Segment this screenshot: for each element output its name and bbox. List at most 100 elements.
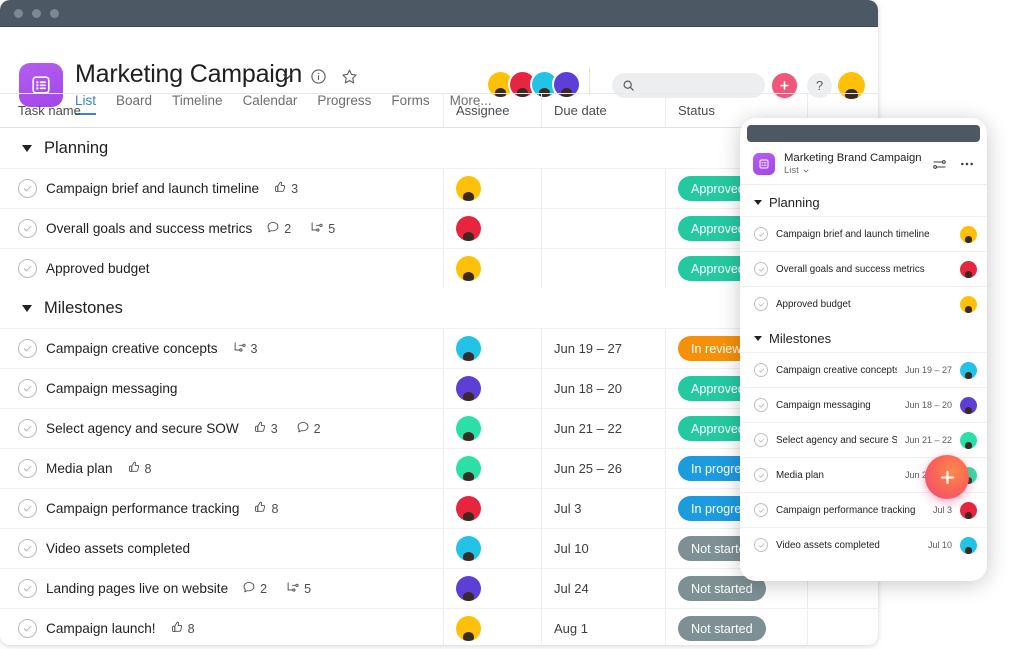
like-count[interactable]: 8: [127, 460, 152, 477]
comment-count[interactable]: 2: [242, 580, 267, 597]
mobile-list-item[interactable]: Video assets completedJul 10: [740, 527, 987, 562]
status-cell[interactable]: Not started: [665, 609, 807, 645]
task-complete-checkbox[interactable]: [754, 398, 768, 412]
comment-count[interactable]: 2: [266, 220, 291, 237]
assignee-cell[interactable]: [443, 609, 541, 645]
avatar[interactable]: [960, 432, 977, 449]
mobile-list-item[interactable]: Campaign creative conceptsJun 19 – 27: [740, 352, 987, 387]
mobile-list-item[interactable]: Approved budget: [740, 286, 987, 321]
avatar[interactable]: [960, 397, 977, 414]
assignee-cell[interactable]: [443, 249, 541, 288]
window-minimize-button[interactable]: [32, 9, 41, 18]
window-close-button[interactable]: [14, 9, 23, 18]
avatar[interactable]: [960, 296, 977, 313]
task-complete-checkbox[interactable]: [754, 227, 768, 241]
due-date-cell[interactable]: Jul 24: [541, 569, 665, 608]
star-icon[interactable]: [341, 68, 358, 90]
subtask-count[interactable]: 5: [285, 580, 311, 598]
due-date-cell[interactable]: Jul 10: [541, 529, 665, 568]
task-complete-checkbox[interactable]: [18, 179, 37, 198]
avatar[interactable]: [456, 376, 481, 401]
assignee-cell[interactable]: [443, 409, 541, 448]
column-header-due-date[interactable]: Due date: [541, 94, 665, 127]
due-date-cell[interactable]: [541, 209, 665, 248]
status-badge[interactable]: Not started: [678, 616, 766, 641]
due-date-cell[interactable]: Aug 1: [541, 609, 665, 645]
avatar[interactable]: [456, 616, 481, 641]
avatar[interactable]: [456, 216, 481, 241]
task-complete-checkbox[interactable]: [18, 499, 37, 518]
mobile-list-item[interactable]: Select agency and secure SOWJun 21 – 22: [740, 422, 987, 457]
column-header-assignee[interactable]: Assignee: [443, 94, 541, 127]
chevron-down-icon[interactable]: [280, 69, 295, 89]
assignee-cell[interactable]: [443, 169, 541, 208]
due-date-cell[interactable]: [541, 249, 665, 288]
due-date-cell[interactable]: Jun 18 – 20: [541, 369, 665, 408]
due-date-cell[interactable]: Jun 21 – 22: [541, 409, 665, 448]
avatar[interactable]: [960, 537, 977, 554]
filter-sliders-icon[interactable]: [932, 157, 947, 172]
avatar[interactable]: [960, 502, 977, 519]
avatar[interactable]: [456, 456, 481, 481]
like-count[interactable]: 8: [253, 500, 278, 517]
avatar[interactable]: [456, 416, 481, 441]
assignee-cell[interactable]: [443, 209, 541, 248]
due-date-cell[interactable]: Jun 19 – 27: [541, 329, 665, 368]
section-collapse-caret[interactable]: [754, 336, 762, 341]
mobile-list-item[interactable]: Campaign messagingJun 18 – 20: [740, 387, 987, 422]
task-complete-checkbox[interactable]: [18, 219, 37, 238]
task-complete-checkbox[interactable]: [18, 579, 37, 598]
mobile-add-task-button[interactable]: [925, 455, 969, 499]
task-complete-checkbox[interactable]: [754, 363, 768, 377]
column-header-task-name[interactable]: Task name: [0, 103, 443, 118]
avatar[interactable]: [960, 226, 977, 243]
due-date-cell[interactable]: Jul 3: [541, 489, 665, 528]
mobile-list-item[interactable]: Campaign brief and launch timeline: [740, 216, 987, 251]
subtask-count[interactable]: 5: [309, 220, 335, 238]
window-maximize-button[interactable]: [50, 9, 59, 18]
avatar[interactable]: [960, 261, 977, 278]
table-row[interactable]: Campaign launch!8Aug 1Not started: [0, 608, 878, 645]
like-count[interactable]: 3: [253, 420, 278, 437]
comment-count[interactable]: 2: [296, 420, 321, 437]
task-complete-checkbox[interactable]: [754, 262, 768, 276]
info-circle-icon[interactable]: [310, 68, 327, 90]
task-complete-checkbox[interactable]: [18, 539, 37, 558]
task-complete-checkbox[interactable]: [754, 503, 768, 517]
due-date-cell[interactable]: [541, 169, 665, 208]
section-collapse-caret[interactable]: [754, 200, 762, 205]
avatar[interactable]: [456, 496, 481, 521]
avatar[interactable]: [456, 336, 481, 361]
assignee-cell[interactable]: [443, 329, 541, 368]
task-complete-checkbox[interactable]: [18, 379, 37, 398]
task-complete-checkbox[interactable]: [18, 259, 37, 278]
assignee-cell[interactable]: [443, 529, 541, 568]
task-complete-checkbox[interactable]: [754, 433, 768, 447]
task-complete-checkbox[interactable]: [18, 619, 37, 638]
task-complete-checkbox[interactable]: [754, 297, 768, 311]
more-horizontal-icon[interactable]: [959, 156, 975, 172]
like-count[interactable]: 8: [170, 620, 195, 637]
due-date-cell[interactable]: Jun 25 – 26: [541, 449, 665, 488]
search-input[interactable]: [641, 79, 759, 93]
assignee-cell[interactable]: [443, 569, 541, 608]
section-collapse-caret[interactable]: [22, 145, 32, 152]
task-complete-checkbox[interactable]: [754, 538, 768, 552]
task-complete-checkbox[interactable]: [754, 468, 768, 482]
avatar[interactable]: [456, 176, 481, 201]
task-complete-checkbox[interactable]: [18, 459, 37, 478]
mobile-list-item[interactable]: Overall goals and success metrics: [740, 251, 987, 286]
avatar[interactable]: [960, 362, 977, 379]
avatar[interactable]: [456, 576, 481, 601]
task-complete-checkbox[interactable]: [18, 419, 37, 438]
like-count[interactable]: 3: [273, 180, 298, 197]
avatar[interactable]: [456, 536, 481, 561]
subtask-count[interactable]: 3: [232, 340, 258, 358]
avatar[interactable]: [456, 256, 481, 281]
assignee-cell[interactable]: [443, 449, 541, 488]
assignee-cell[interactable]: [443, 369, 541, 408]
section-collapse-caret[interactable]: [22, 305, 32, 312]
task-complete-checkbox[interactable]: [18, 339, 37, 358]
mobile-view-selector[interactable]: List: [784, 165, 923, 176]
assignee-cell[interactable]: [443, 489, 541, 528]
